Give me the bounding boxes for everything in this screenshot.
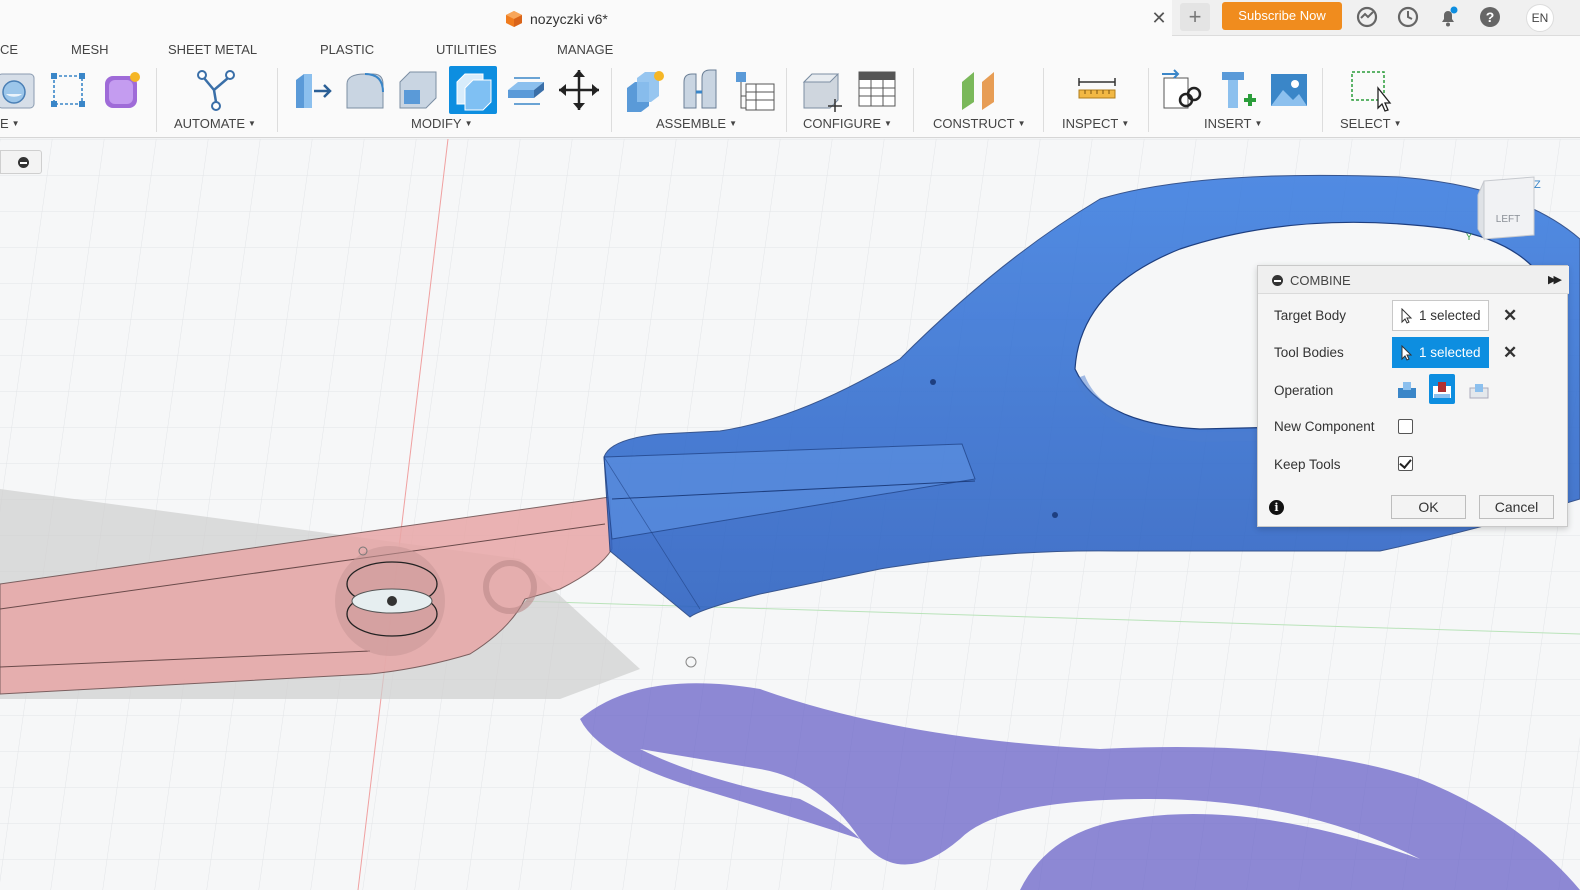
notifications-icon[interactable] <box>1437 6 1459 28</box>
join-icon <box>1398 382 1416 398</box>
automate-icon[interactable] <box>194 68 238 112</box>
ok-button[interactable]: OK <box>1391 495 1466 519</box>
divider <box>913 68 914 132</box>
configuration-table-icon[interactable] <box>855 68 899 112</box>
group-create-label[interactable]: E ▼ <box>0 116 20 131</box>
combine-icon <box>456 73 492 111</box>
divider <box>786 68 787 132</box>
collapse-icon <box>18 157 29 168</box>
combine-dialog-title: COMBINE <box>1290 273 1351 288</box>
tab-manage[interactable]: MANAGE <box>557 42 613 57</box>
divider <box>1148 68 1149 132</box>
expand-dialog-icon[interactable]: ▶▶ <box>1548 273 1562 286</box>
combine-dialog: COMBINE ▶▶ Target Body 1 selected ✕ Tool… <box>1257 265 1569 527</box>
svg-text:?: ? <box>1486 9 1495 25</box>
group-modify-label[interactable]: MODIFY ▼ <box>411 116 472 131</box>
tab-surface[interactable]: CE <box>0 42 18 57</box>
tool-bodies-selector[interactable]: 1 selected <box>1392 337 1489 368</box>
sketch-rect-icon[interactable] <box>46 68 90 112</box>
tab-sheet-metal[interactable]: SHEET METAL <box>168 42 257 57</box>
joint-icon[interactable] <box>678 68 722 112</box>
subscribe-button[interactable]: Subscribe Now <box>1222 2 1342 30</box>
press-pull-icon[interactable] <box>290 68 334 112</box>
new-component-checkbox[interactable] <box>1398 419 1413 434</box>
sketch-point <box>1052 512 1058 518</box>
history-icon[interactable] <box>1397 6 1419 28</box>
operation-intersect-button[interactable] <box>1466 374 1492 404</box>
operation-cut-button[interactable] <box>1429 374 1455 404</box>
combine-tool-active[interactable] <box>449 66 497 114</box>
new-component-label: New Component <box>1274 419 1375 434</box>
measure-icon[interactable] <box>1075 68 1119 112</box>
combine-dialog-header[interactable]: COMBINE ▶▶ <box>1258 266 1569 294</box>
tab-mesh[interactable]: MESH <box>71 42 109 57</box>
divider <box>277 68 278 132</box>
browser-collapse-button[interactable] <box>0 150 42 174</box>
group-assemble-label[interactable]: ASSEMBLE ▼ <box>656 116 737 131</box>
group-configure-label[interactable]: CONFIGURE ▼ <box>803 116 892 131</box>
info-icon[interactable]: i <box>1269 500 1284 515</box>
viewcube-z-axis: Z <box>1534 179 1541 191</box>
title-bar: nozyczki v6* ✕ + Subscribe Now ? EN <box>0 0 1580 36</box>
group-inspect-label[interactable]: INSPECT ▼ <box>1062 116 1129 131</box>
cancel-button[interactable]: Cancel <box>1479 495 1554 519</box>
insert-derive-icon[interactable] <box>1160 68 1204 112</box>
clear-target-body-icon[interactable]: ✕ <box>1503 306 1517 326</box>
group-construct-label[interactable]: CONSTRUCT ▼ <box>933 116 1026 131</box>
group-select-label[interactable]: SELECT ▼ <box>1340 116 1402 131</box>
help-icon[interactable]: ? <box>1479 6 1501 28</box>
configure-icon[interactable] <box>800 68 844 112</box>
target-body-label: Target Body <box>1274 308 1347 323</box>
form-icon[interactable] <box>100 68 144 112</box>
target-body-value: 1 selected <box>1419 308 1481 323</box>
toolbar-ribbon: CE MESH SHEET METAL PLASTIC UTILITIES MA… <box>0 36 1580 138</box>
divider <box>611 68 612 132</box>
sketch-point <box>930 379 936 385</box>
online-status-icon[interactable] <box>1356 6 1378 28</box>
operation-join-button[interactable] <box>1394 374 1420 404</box>
move-icon[interactable] <box>557 68 601 112</box>
viewcube-face-label: LEFT <box>1496 214 1520 225</box>
group-automate-label[interactable]: AUTOMATE ▼ <box>174 116 256 131</box>
document-title: nozyczki v6* <box>530 11 608 27</box>
language-button[interactable]: EN <box>1526 4 1554 32</box>
document-tab[interactable]: nozyczki v6* ✕ <box>0 0 1172 36</box>
new-tab-button[interactable]: + <box>1180 3 1210 31</box>
target-body-selector[interactable]: 1 selected <box>1392 300 1489 331</box>
fillet-icon[interactable] <box>343 68 387 112</box>
revolve-icon[interactable] <box>0 68 38 112</box>
close-tab-icon[interactable]: ✕ <box>1150 8 1168 29</box>
group-insert-label[interactable]: INSERT ▼ <box>1204 116 1262 131</box>
cursor-icon <box>1401 345 1413 361</box>
divider <box>1043 68 1044 132</box>
pivot-center <box>387 596 397 606</box>
document-box-icon <box>506 11 522 27</box>
viewcube-y-axis: Y <box>1466 232 1472 242</box>
divider <box>156 68 157 132</box>
intersect-icon <box>1469 384 1489 399</box>
cursor-icon <box>1401 308 1413 324</box>
tool-bodies-value: 1 selected <box>1419 345 1481 360</box>
keep-tools-label: Keep Tools <box>1274 457 1341 472</box>
cut-icon <box>1433 382 1451 398</box>
offset-face-icon[interactable] <box>504 68 548 112</box>
bill-of-materials-icon[interactable] <box>732 68 776 112</box>
insert-mcmaster-icon[interactable] <box>1214 68 1258 112</box>
shell-icon[interactable] <box>396 68 440 112</box>
insert-canvas-icon[interactable] <box>1267 68 1311 112</box>
divider <box>1322 68 1323 132</box>
tool-bodies-label: Tool Bodies <box>1274 345 1344 360</box>
tab-plastic[interactable]: PLASTIC <box>320 42 374 57</box>
clear-tool-bodies-icon[interactable]: ✕ <box>1503 343 1517 363</box>
collapse-icon[interactable] <box>1272 275 1283 286</box>
keep-tools-checkbox[interactable] <box>1398 456 1413 471</box>
window-select-icon[interactable] <box>1348 68 1392 112</box>
operation-label: Operation <box>1274 383 1334 398</box>
tab-utilities[interactable]: UTILITIES <box>436 42 497 57</box>
offset-plane-icon[interactable] <box>958 68 1002 112</box>
new-component-icon[interactable] <box>623 68 667 112</box>
